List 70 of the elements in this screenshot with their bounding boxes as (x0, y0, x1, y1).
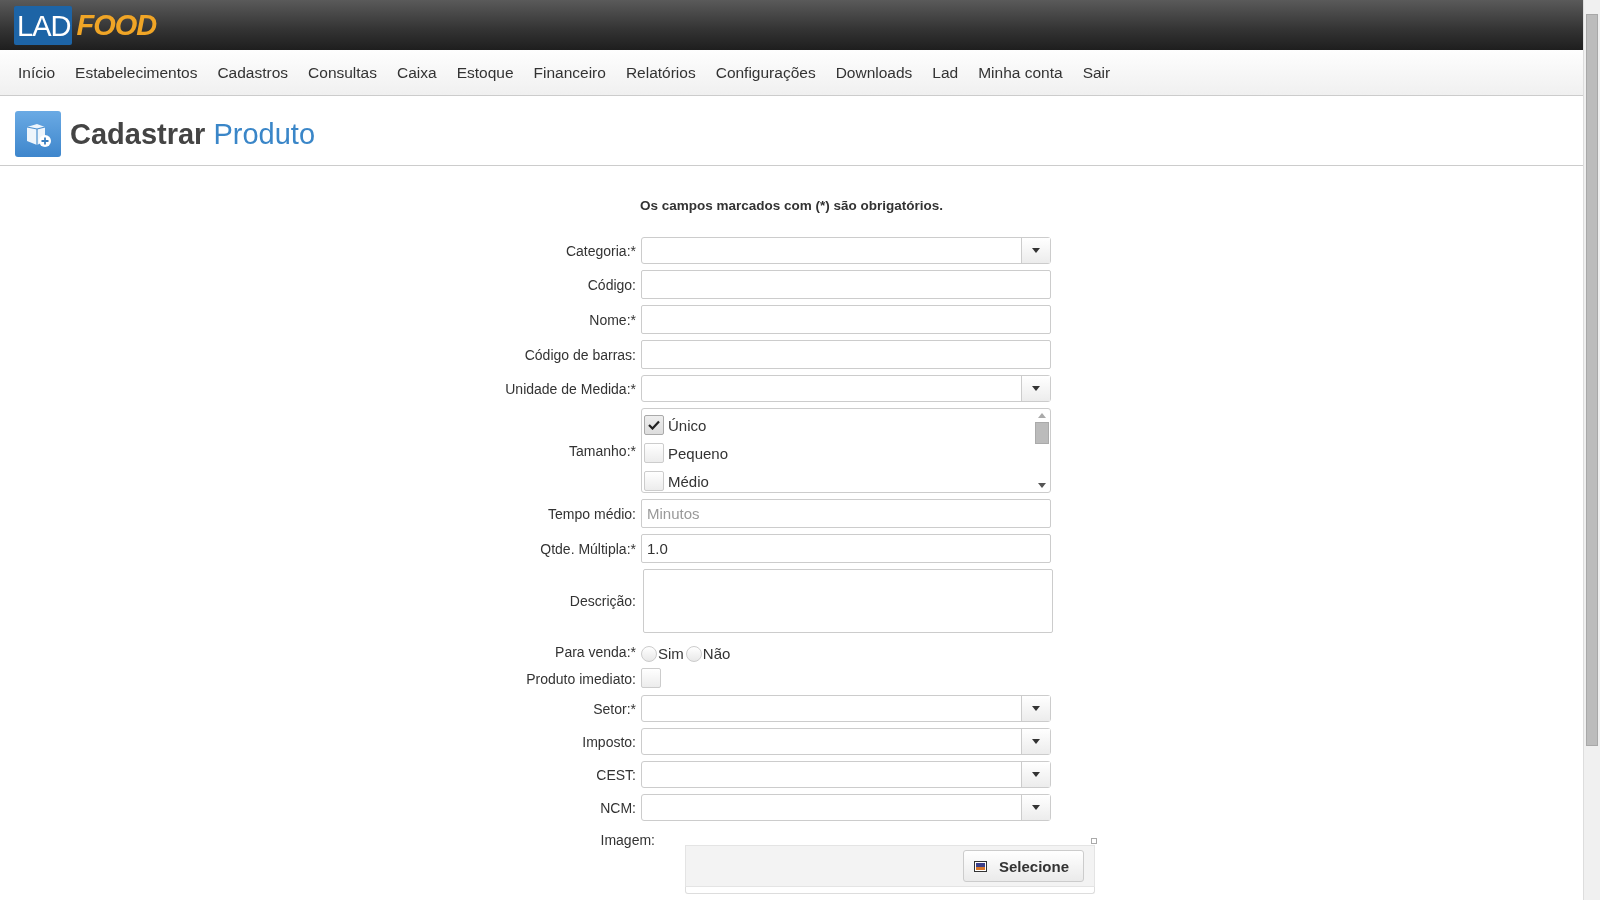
caret-icon (1032, 386, 1040, 391)
up-arrow-icon[interactable] (1038, 413, 1046, 418)
nav-link[interactable]: Lad (922, 63, 969, 82)
field-label: Imagem: (599, 831, 656, 848)
nav-link[interactable]: Caixa (387, 63, 447, 82)
caret-icon (1032, 739, 1040, 744)
radio-label: Sim (658, 645, 684, 662)
field-label: Tamanho:* (568, 442, 637, 459)
field-label: Código: (586, 276, 637, 293)
logo-text: FOOD (76, 8, 157, 42)
dropdown[interactable] (641, 375, 1051, 402)
option-label: Médio (668, 472, 709, 490)
field-label: Código de barras: (523, 346, 637, 363)
logo-text: LAD (14, 5, 73, 45)
input-field[interactable]: Minutos (641, 499, 1051, 528)
nav-link[interactable]: Consultas (298, 63, 387, 82)
down-arrow-icon[interactable] (1038, 483, 1046, 488)
check-icon (648, 420, 660, 430)
nav-link[interactable]: Cadastros (207, 63, 299, 82)
scroll-thumb[interactable] (1035, 422, 1049, 444)
nav-link[interactable]: Minha conta (968, 63, 1073, 82)
radio-button[interactable] (685, 645, 702, 662)
box-add-icon (15, 111, 61, 157)
dropdown[interactable] (641, 794, 1051, 821)
required-notice: Os campos marcados com (*) são obrigatórios. (638, 198, 945, 213)
field-label: Descrição: (568, 593, 637, 609)
caret-icon (1032, 706, 1040, 711)
dropdown[interactable] (641, 695, 1051, 722)
caret-icon (1032, 772, 1040, 777)
input-field[interactable] (641, 270, 1051, 299)
nav-link[interactable]: Estabelecimentos (65, 63, 208, 82)
checkbox[interactable] (644, 415, 664, 435)
field-label: Produto imediato: (525, 670, 637, 687)
input-field[interactable] (641, 305, 1051, 334)
dropdown[interactable] (641, 237, 1051, 264)
field-label: Qtde. Múltipla:* (539, 540, 637, 557)
input-field[interactable]: 1.0 (641, 534, 1051, 563)
select-button[interactable]: Selecione (962, 850, 1084, 882)
field-label: Unidade de Medida:* (504, 380, 637, 397)
radio-label: Não (702, 645, 731, 662)
checkbox[interactable] (644, 443, 664, 463)
caret-icon (1032, 248, 1040, 253)
field-label: Imposto: (581, 733, 637, 750)
field-label: Categoria:* (564, 242, 637, 259)
option-label: Único (668, 416, 707, 434)
page-title: Cadastrar Produto (70, 117, 316, 151)
nav-link[interactable]: Início (8, 63, 66, 82)
dropdown[interactable] (641, 761, 1051, 788)
caret-icon (1032, 805, 1040, 810)
nav-link[interactable]: Downloads (825, 63, 923, 82)
description-field[interactable] (643, 569, 1053, 633)
resize-handle-icon (1091, 838, 1097, 844)
field-label: NCM: (599, 799, 637, 816)
nav-link[interactable]: Financeiro (523, 63, 616, 82)
radio-button[interactable] (641, 645, 657, 662)
field-label: Tempo médio: (547, 505, 637, 522)
nav-link[interactable]: Configurações (705, 63, 826, 82)
input-field[interactable] (641, 340, 1051, 369)
image-icon (973, 860, 987, 872)
field-label: Setor:* (592, 700, 637, 717)
checkbox[interactable] (644, 471, 664, 491)
field-label: CEST: (595, 766, 637, 783)
nav-link[interactable]: Estoque (446, 63, 524, 82)
nav-link[interactable]: Relatórios (615, 63, 706, 82)
nav-link[interactable]: Sair (1072, 63, 1121, 82)
option-label: Pequeno (668, 444, 729, 462)
field-label: Nome:* (588, 311, 637, 328)
checkbox[interactable] (641, 668, 661, 688)
field-label: Para venda:* (554, 643, 637, 660)
dropdown[interactable] (641, 728, 1051, 755)
